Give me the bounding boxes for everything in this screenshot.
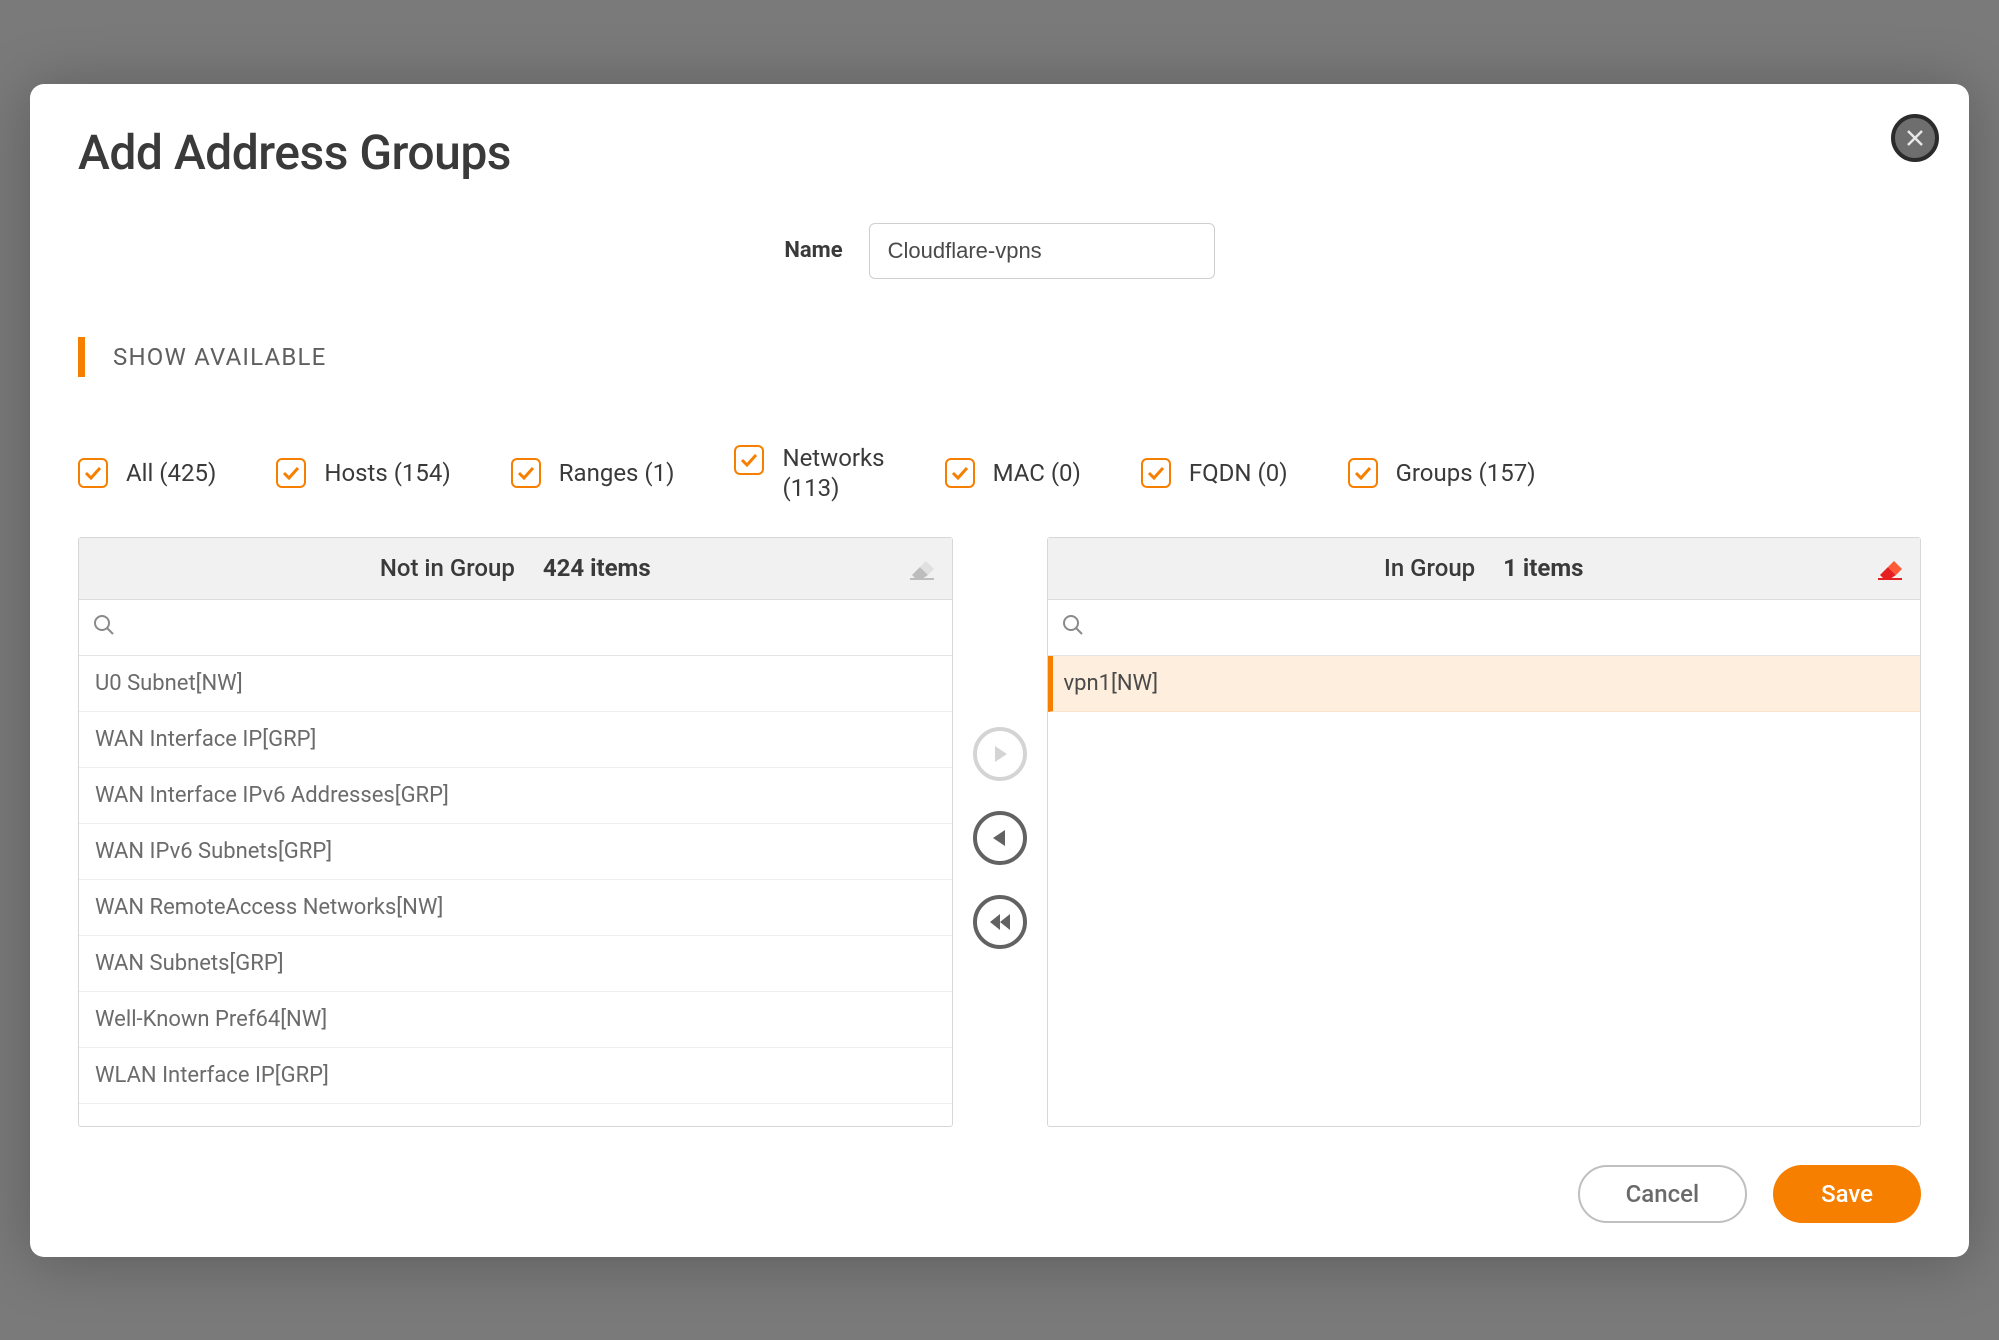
checkbox-icon (1348, 458, 1378, 488)
clear-right-button[interactable] (1874, 555, 1904, 581)
checkbox-icon (1141, 458, 1171, 488)
in-group-list[interactable]: vpn1[NW] (1048, 656, 1921, 1126)
not-in-group-panel: Not in Group 424 items (78, 537, 953, 1127)
list-item[interactable]: Well-Known Pref64[NW] (79, 992, 952, 1048)
search-input-left[interactable] (125, 600, 938, 655)
move-right-button[interactable] (973, 727, 1027, 781)
close-button[interactable] (1891, 114, 1939, 162)
filter-label-line2: (113) (782, 474, 839, 502)
clear-left-button[interactable] (906, 555, 936, 581)
list-item[interactable]: WLAN Interface IP[GRP] (79, 1048, 952, 1104)
move-left-button[interactable] (973, 811, 1027, 865)
filter-label-line1: Networks (782, 444, 884, 472)
filter-label: All (425) (126, 459, 216, 487)
modal-footer: Cancel Save (78, 1165, 1921, 1223)
cancel-button[interactable]: Cancel (1578, 1165, 1747, 1223)
filter-ranges[interactable]: Ranges (1) (511, 458, 675, 488)
filter-label: MAC (0) (993, 459, 1081, 487)
search-icon (93, 614, 115, 640)
eraser-icon (906, 555, 936, 581)
modal-title: Add Address Groups (78, 124, 1921, 181)
show-available-section: SHOW AVAILABLE (78, 337, 1921, 377)
filter-networks[interactable]: Networks (113) (734, 443, 884, 503)
list-item[interactable]: WAN Interface IP[GRP] (79, 712, 952, 768)
filter-mac[interactable]: MAC (0) (945, 458, 1081, 488)
filter-label: FQDN (0) (1189, 459, 1288, 487)
arrow-right-icon (989, 743, 1011, 765)
double-arrow-left-icon (987, 911, 1013, 933)
panel-count: 1 items (1503, 554, 1583, 582)
panel-header: In Group 1 items (1048, 538, 1921, 600)
list-item[interactable]: U0 Subnet[NW] (79, 656, 952, 712)
checkbox-icon (734, 445, 764, 475)
search-row-right (1048, 600, 1921, 656)
name-row: Name (78, 223, 1921, 279)
search-input-right[interactable] (1094, 600, 1907, 655)
save-button[interactable]: Save (1773, 1165, 1921, 1223)
filter-label: Groups (157) (1396, 459, 1536, 487)
filter-label: Ranges (1) (559, 459, 675, 487)
section-accent-bar (78, 337, 85, 377)
checkbox-icon (276, 458, 306, 488)
close-icon (1905, 128, 1925, 148)
not-in-group-list[interactable]: U0 Subnet[NW] WAN Interface IP[GRP] WAN … (79, 656, 952, 1126)
eraser-icon (1874, 555, 1904, 581)
list-item[interactable]: WAN Subnets[GRP] (79, 936, 952, 992)
filter-all[interactable]: All (425) (78, 458, 216, 488)
search-icon (1062, 614, 1084, 640)
arrow-left-icon (989, 827, 1011, 849)
panel-count: 424 items (543, 554, 651, 582)
move-all-left-button[interactable] (973, 895, 1027, 949)
search-row-left (79, 600, 952, 656)
filter-row: All (425) Hosts (154) Ranges (1) Network… (78, 443, 1921, 503)
list-item[interactable]: WAN IPv6 Subnets[GRP] (79, 824, 952, 880)
filter-label: Hosts (154) (324, 459, 450, 487)
checkbox-icon (511, 458, 541, 488)
checkbox-icon (78, 458, 108, 488)
panel-title: In Group (1384, 554, 1475, 582)
list-item[interactable]: WAN Interface IPv6 Addresses[GRP] (79, 768, 952, 824)
name-label: Name (784, 238, 842, 263)
checkbox-icon (945, 458, 975, 488)
filter-hosts[interactable]: Hosts (154) (276, 458, 450, 488)
filter-groups[interactable]: Groups (157) (1348, 458, 1536, 488)
name-input[interactable] (869, 223, 1215, 279)
in-group-panel: In Group 1 items (1047, 537, 1922, 1127)
transfer-controls (973, 537, 1027, 949)
section-label: SHOW AVAILABLE (113, 343, 326, 371)
dual-list-container: Not in Group 424 items (78, 537, 1921, 1127)
list-item[interactable]: WAN RemoteAccess Networks[NW] (79, 880, 952, 936)
panel-header: Not in Group 424 items (79, 538, 952, 600)
filter-fqdn[interactable]: FQDN (0) (1141, 458, 1288, 488)
panel-title: Not in Group (380, 554, 515, 582)
list-item[interactable]: vpn1[NW] (1048, 656, 1921, 712)
filter-label: Networks (113) (782, 443, 884, 503)
add-address-groups-modal: Add Address Groups Name SHOW AVAILABLE A… (30, 84, 1969, 1257)
